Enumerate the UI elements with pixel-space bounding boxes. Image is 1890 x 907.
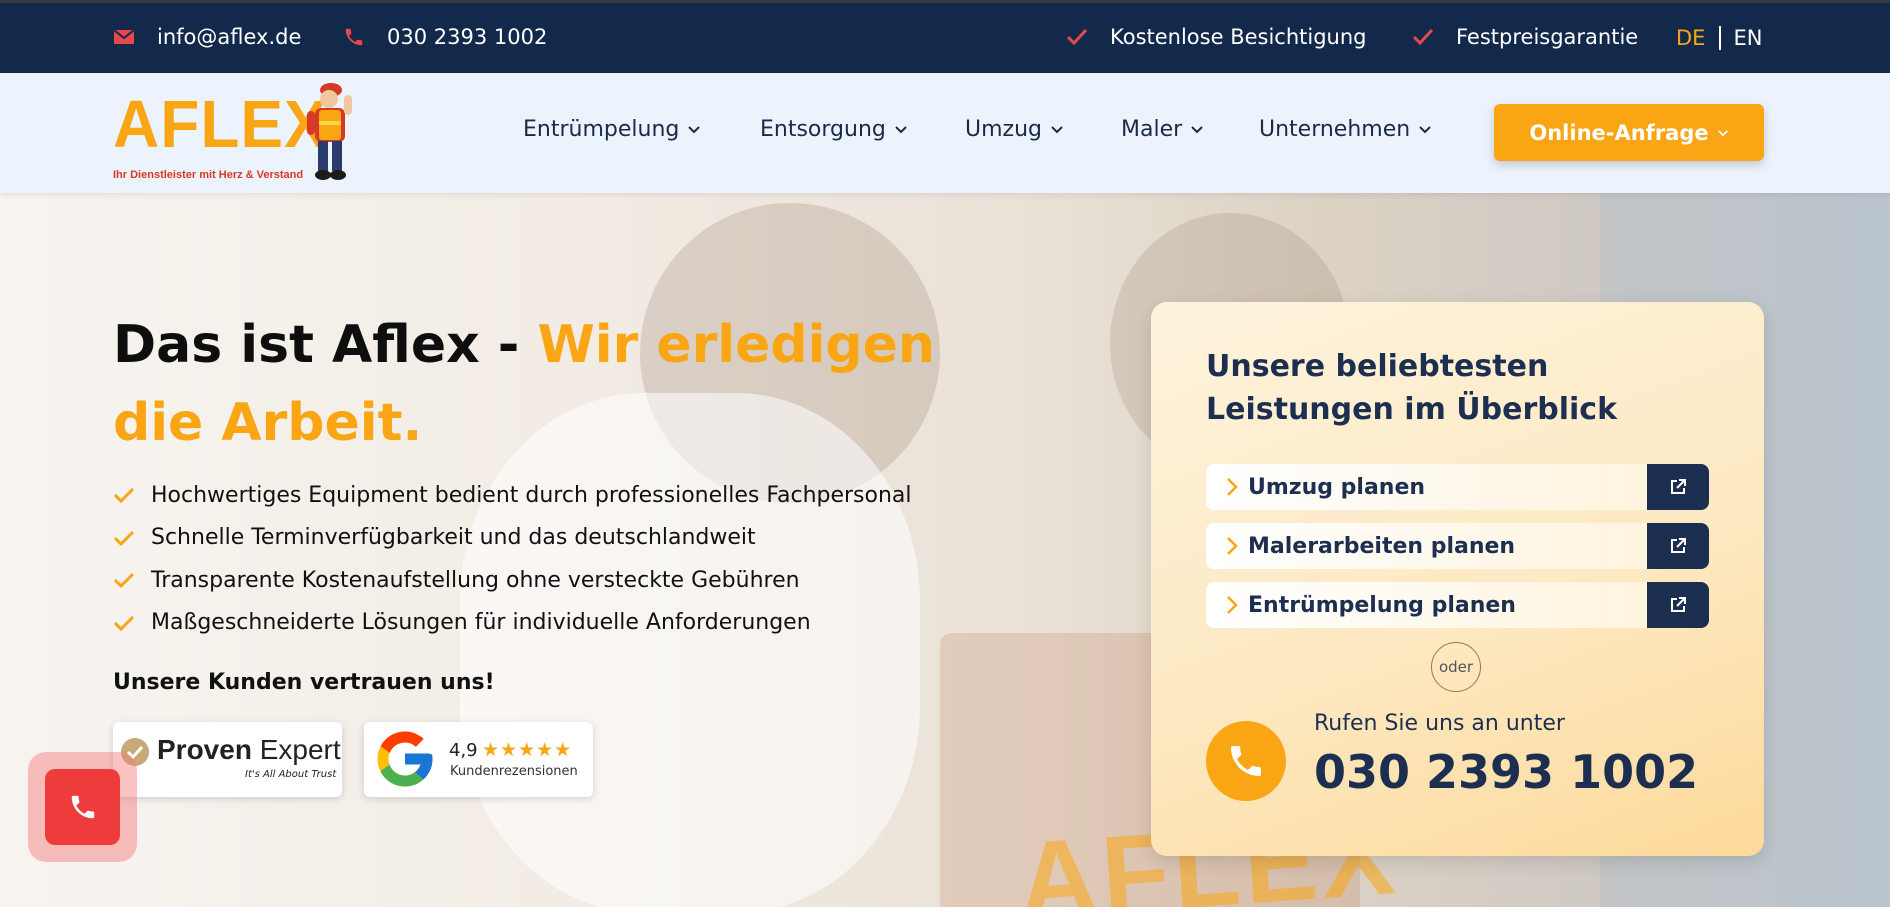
service-label: Malerarbeiten planen	[1248, 533, 1516, 559]
email-link[interactable]: info@aflex.de	[113, 25, 301, 49]
provenexpert-badge[interactable]: Proven Expert It's All About Trust	[113, 722, 342, 797]
phone-link[interactable]: 030 2393 1002	[343, 25, 547, 49]
chevron-down-icon	[1191, 126, 1203, 134]
list-item: Maßgeschneiderte Lösungen für individuel…	[113, 602, 912, 645]
phone-text: 030 2393 1002	[387, 25, 548, 49]
language-de[interactable]: DE	[1676, 26, 1705, 50]
service-item-malerarbeiten[interactable]: Malerarbeiten planen	[1206, 523, 1709, 569]
chevron-down-icon	[1419, 126, 1431, 134]
nav-item-maler[interactable]: Maler	[1121, 117, 1204, 142]
nav-label: Entsorgung	[760, 117, 886, 142]
envelope-icon	[113, 29, 135, 44]
nav-label: Entrümpelung	[523, 117, 680, 142]
external-link-icon	[1671, 597, 1686, 612]
google-reviews-label: Kundenrezensionen	[450, 764, 578, 779]
or-separator: oder	[1431, 642, 1481, 692]
email-text: info@aflex.de	[157, 25, 302, 49]
service-item-umzug[interactable]: Umzug planen	[1206, 464, 1709, 510]
phone-icon	[71, 795, 94, 819]
feature-label: Festpreisgarantie	[1456, 25, 1639, 49]
logo-tagline: Ihr Dienstleister mit Herz & Verstand	[113, 169, 304, 181]
logo[interactable]: AFLEX Ihr Dienstleister mit Herz & Verst…	[113, 81, 363, 185]
nav-label: Umzug	[965, 117, 1042, 142]
external-link-icon	[1671, 538, 1686, 553]
list-item-text: Transparente Kostenaufstellung ohne vers…	[151, 567, 800, 593]
phone-icon	[1231, 746, 1261, 776]
nav-item-umzug[interactable]: Umzug	[965, 117, 1064, 142]
language-switcher: DE EN	[1676, 26, 1762, 50]
google-stars: ★★★★★	[482, 739, 573, 761]
online-request-button[interactable]: Online-Anfrage	[1494, 104, 1764, 161]
chevron-down-icon	[688, 126, 701, 134]
language-divider	[1719, 26, 1722, 50]
provenexpert-name-bold: Proven	[157, 734, 252, 765]
service-item-entruempelung[interactable]: Entrümpelung planen	[1206, 582, 1709, 628]
background-photo-shape	[460, 393, 920, 907]
list-item: Hochwertiges Equipment bedient durch pro…	[113, 474, 912, 517]
popular-services-card: Unsere beliebtesten Leistungen im Überbl…	[1151, 302, 1764, 856]
check-icon	[113, 488, 135, 504]
list-item: Transparente Kostenaufstellung ohne vers…	[113, 559, 912, 602]
floating-call-button[interactable]	[45, 769, 120, 845]
check-icon	[1066, 28, 1088, 46]
chevron-down-icon	[1717, 129, 1728, 136]
phone-icon	[345, 28, 363, 46]
check-icon	[113, 573, 135, 589]
google-rating: 4,9	[449, 740, 478, 761]
cta-label: Online-Anfrage	[1529, 120, 1709, 145]
headline-plain: Das ist Aflex -	[113, 315, 538, 375]
feature-list: Hochwertiges Equipment bedient durch pro…	[113, 474, 912, 644]
chevron-right-icon	[1227, 596, 1238, 614]
top-bar: info@aflex.de 030 2393 1002 Kostenlose B…	[0, 0, 1890, 73]
check-icon	[113, 530, 135, 546]
service-link[interactable]: Malerarbeiten planen	[1206, 523, 1649, 569]
hero-section: AFLEX Das ist Aflex - Wir erledigen die …	[0, 193, 1890, 907]
call-label: Rufen Sie uns an unter	[1314, 711, 1565, 736]
nav-item-entsorgung[interactable]: Entsorgung	[760, 117, 908, 142]
chevron-right-icon	[1227, 537, 1238, 555]
external-link-button[interactable]	[1647, 523, 1709, 569]
provenexpert-name: Proven Expert	[157, 734, 341, 766]
call-number-link[interactable]: 030 2393 1002	[1314, 745, 1698, 799]
service-link[interactable]: Umzug planen	[1206, 464, 1649, 510]
language-en[interactable]: EN	[1733, 26, 1762, 50]
provenexpert-tagline: It's All About Trust	[245, 769, 337, 780]
external-link-icon	[1671, 479, 1686, 494]
feature-fixed-price: Festpreisgarantie	[1412, 25, 1638, 49]
google-icon	[377, 731, 433, 787]
external-link-button[interactable]	[1647, 582, 1709, 628]
floating-call-button-halo	[28, 752, 137, 862]
check-icon	[113, 615, 135, 631]
list-item-text: Maßgeschneiderte Lösungen für individuel…	[151, 610, 811, 636]
list-item-text: Hochwertiges Equipment bedient durch pro…	[151, 482, 912, 508]
chevron-down-icon	[895, 126, 907, 134]
card-title: Unsere beliebtesten Leistungen im Überbl…	[1206, 349, 1618, 427]
feature-label: Kostenlose Besichtigung	[1110, 25, 1367, 49]
nav-item-entruempelung[interactable]: Entrümpelung	[523, 117, 701, 142]
nav-label: Unternehmen	[1259, 117, 1411, 142]
service-label: Umzug planen	[1248, 474, 1426, 500]
list-item-text: Schnelle Terminverfügbarkeit und das deu…	[151, 525, 756, 551]
mascot-icon	[307, 83, 352, 180]
call-icon-circle[interactable]	[1206, 721, 1286, 801]
check-icon	[1412, 28, 1434, 46]
nav-label: Maler	[1121, 117, 1183, 142]
provenexpert-name-light: Expert	[259, 734, 341, 765]
main-header: AFLEX Ihr Dienstleister mit Herz & Verst…	[0, 73, 1890, 193]
nav-item-unternehmen[interactable]: Unternehmen	[1259, 117, 1432, 142]
trust-heading: Unsere Kunden vertrauen uns!	[113, 670, 495, 695]
service-link[interactable]: Entrümpelung planen	[1206, 582, 1649, 628]
list-item: Schnelle Terminverfügbarkeit und das deu…	[113, 517, 912, 560]
service-label: Entrümpelung planen	[1248, 592, 1516, 618]
google-reviews-badge[interactable]: 4,9 ★★★★★ Kundenrezensionen	[364, 722, 593, 797]
feature-free-inspection: Kostenlose Besichtigung	[1066, 25, 1367, 49]
logo-wordmark: AFLEX	[113, 86, 328, 162]
external-link-button[interactable]	[1647, 464, 1709, 510]
chevron-right-icon	[1227, 478, 1238, 496]
hero-headline: Das ist Aflex - Wir erledigen die Arbeit…	[113, 306, 973, 462]
chevron-down-icon	[1051, 126, 1063, 134]
